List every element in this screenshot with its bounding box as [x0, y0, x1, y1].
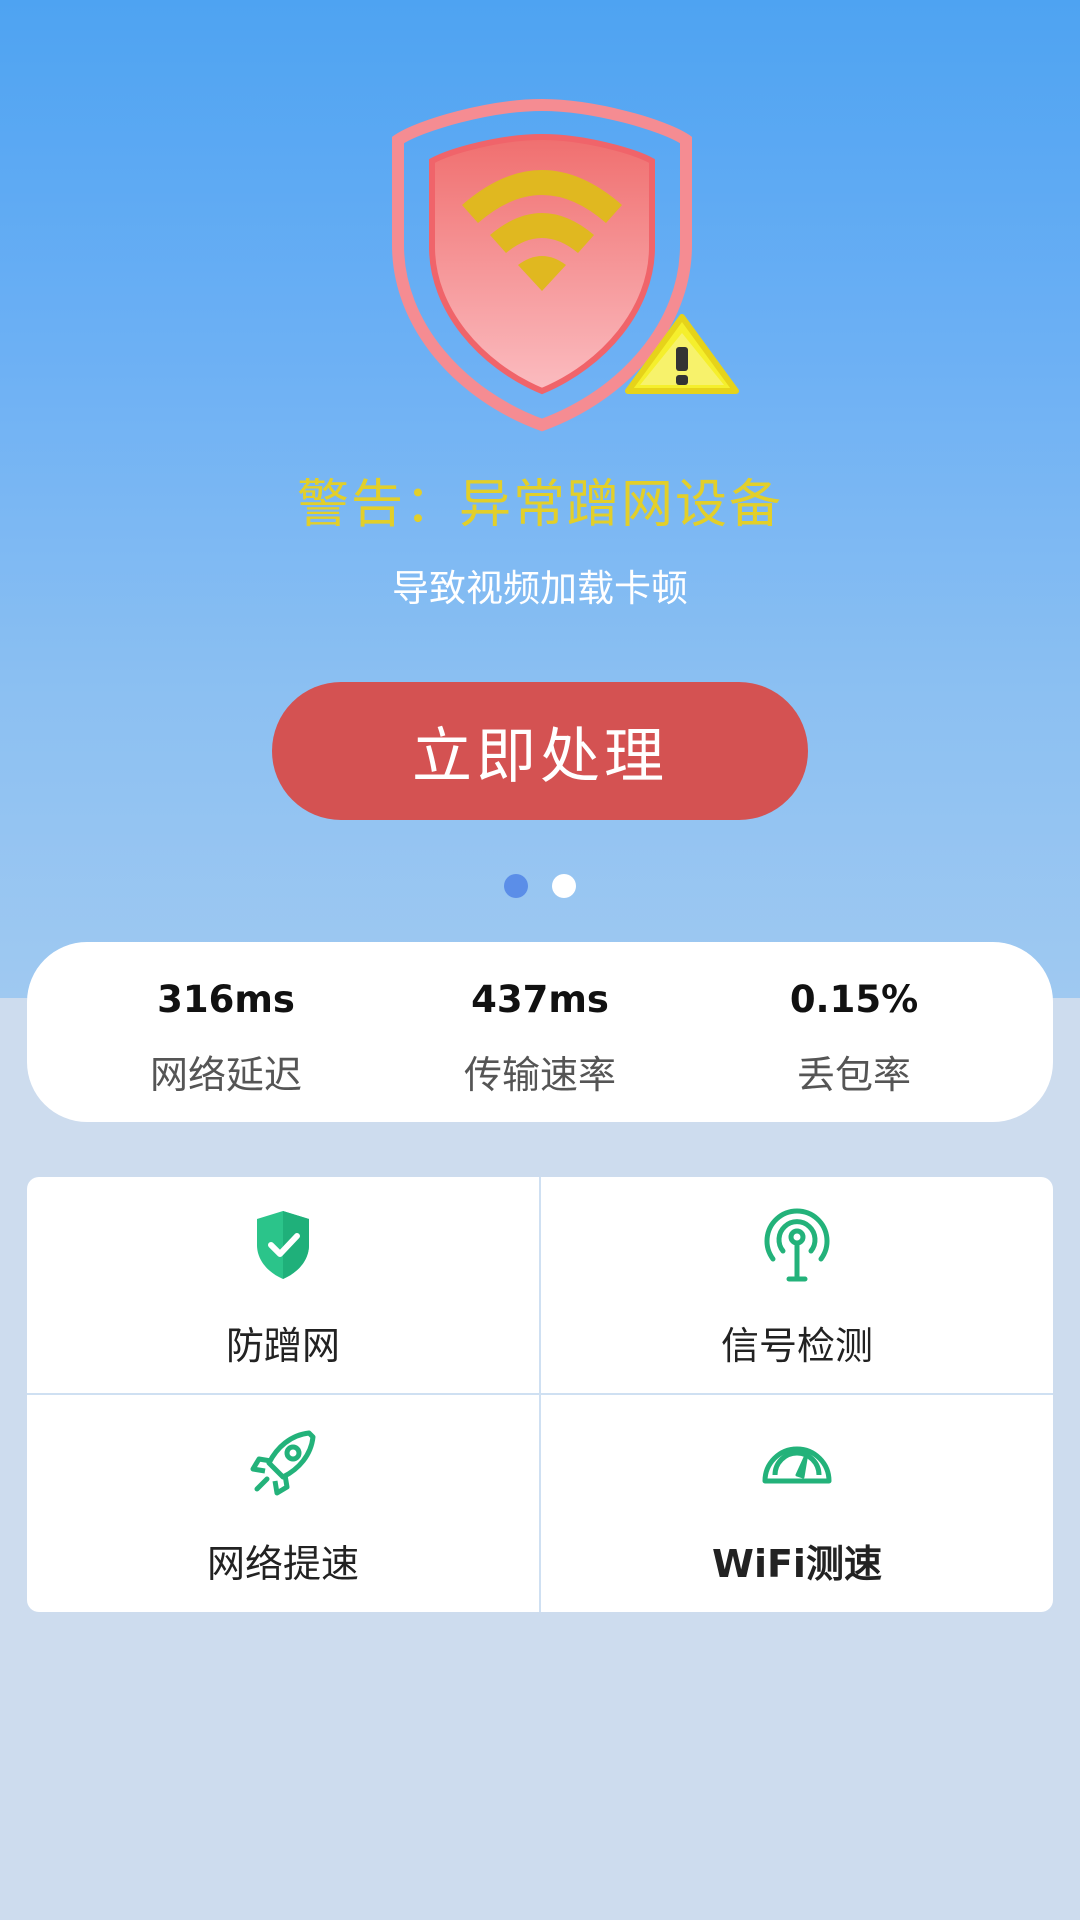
feature-wifi-speed-test[interactable]: WiFi测速 [541, 1395, 1053, 1611]
feature-label: WiFi测速 [712, 1542, 882, 1586]
feature-grid: 防蹭网 信号检测 网络提速 WiFi测速 [27, 1177, 1053, 1612]
stat-label: 丢包率 [796, 1053, 911, 1097]
stat-value: 0.15% [789, 978, 919, 1021]
network-stats-card: 316ms 网络延迟 437ms 传输速率 0.15% 丢包率 [27, 942, 1053, 1122]
warning-title: 警告：异常蹭网设备 [296, 475, 783, 535]
feature-anti-leech[interactable]: 防蹭网 [27, 1177, 539, 1393]
handle-now-button[interactable]: 立即处理 [272, 682, 808, 820]
stat-transfer-rate: 437ms 传输速率 [369, 942, 711, 1122]
page-indicator[interactable] [502, 874, 582, 900]
stat-latency: 316ms 网络延迟 [55, 942, 397, 1122]
stat-packet-loss: 0.15% 丢包率 [683, 942, 1025, 1122]
speedometer-icon [757, 1423, 837, 1503]
feature-label: 信号检测 [720, 1324, 873, 1368]
page-dot-active[interactable] [504, 874, 528, 898]
signal-tower-icon [757, 1205, 837, 1285]
stat-value: 437ms [471, 978, 609, 1021]
warning-subtitle: 导致视频加载卡顿 [392, 567, 688, 610]
feature-signal-check[interactable]: 信号检测 [541, 1177, 1053, 1393]
shield-check-icon [243, 1205, 323, 1285]
feature-label: 网络提速 [206, 1542, 359, 1586]
feature-label: 防蹭网 [225, 1324, 340, 1368]
page-dot[interactable] [552, 874, 576, 898]
stat-value: 316ms [157, 978, 295, 1021]
rocket-icon [243, 1423, 323, 1503]
stat-label: 传输速率 [463, 1053, 616, 1097]
feature-speed-boost[interactable]: 网络提速 [27, 1395, 539, 1611]
hero-banner: 警告：异常蹭网设备 导致视频加载卡顿 立即处理 [0, 0, 1080, 998]
wifi-shield-warning-icon [380, 95, 750, 435]
stat-label: 网络延迟 [149, 1053, 302, 1097]
